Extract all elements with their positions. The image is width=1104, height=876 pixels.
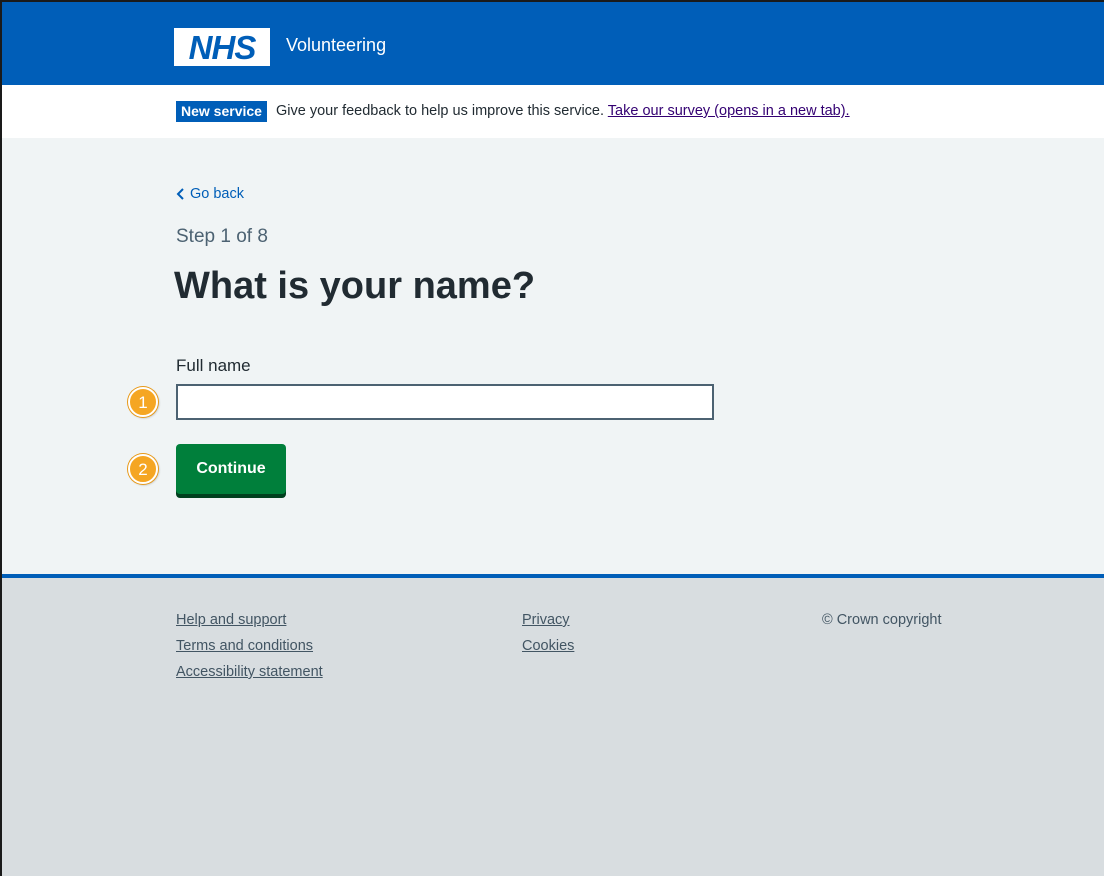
feedback-banner: New service Give your feedback to help u… [2,85,1104,138]
site-footer: Help and support Terms and conditions Ac… [2,574,1104,876]
nhs-logo-text: NHS [188,28,257,66]
back-link[interactable]: Go back [176,186,244,202]
step-marker-1: 1 [128,387,158,417]
main-content: Go back Step 1 of 8 What is your name? F… [2,138,1104,574]
banner-message: Give your feedback to help us improve th… [276,103,605,119]
footer-link-privacy[interactable]: Privacy [522,612,570,628]
footer-link-accessibility[interactable]: Accessibility statement [176,664,323,680]
chevron-left-icon [176,188,184,200]
back-link-label: Go back [190,186,244,202]
copyright-text: © Crown copyright [822,612,942,628]
nhs-logo[interactable]: NHS [174,28,270,66]
step-marker-2: 2 [128,454,158,484]
full-name-input[interactable] [176,384,714,420]
site-header: NHS Volunteering [2,2,1104,85]
footer-link-terms[interactable]: Terms and conditions [176,638,313,654]
footer-link-help[interactable]: Help and support [176,612,286,628]
step-counter: Step 1 of 8 [176,226,268,247]
continue-button[interactable]: Continue [176,444,286,494]
footer-link-cookies[interactable]: Cookies [522,638,574,654]
new-service-tag: New service [176,101,267,122]
full-name-label: Full name [176,356,251,375]
survey-link[interactable]: Take our survey (opens in a new tab). [608,103,850,119]
page-frame: NHS Volunteering New service Give your f… [0,0,1104,876]
banner-text: Give your feedback to help us improve th… [276,103,850,119]
page-title: What is your name? [174,265,536,307]
service-name[interactable]: Volunteering [286,35,386,56]
